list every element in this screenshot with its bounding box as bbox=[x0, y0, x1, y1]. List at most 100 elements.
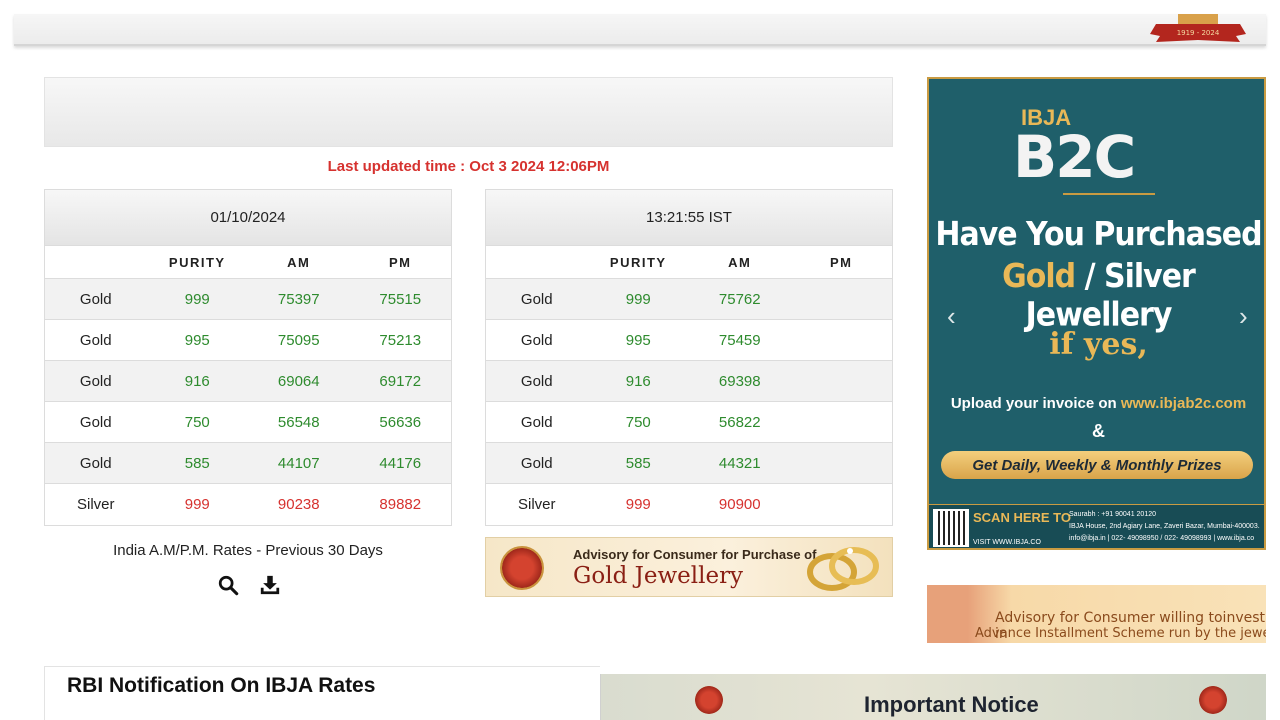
upload-prefix: Upload your invoice on bbox=[950, 395, 1121, 412]
download-icon[interactable] bbox=[259, 574, 281, 596]
purity-cell: 999 bbox=[184, 496, 210, 513]
metal-cell: Gold bbox=[79, 331, 112, 349]
metal-cell: Gold bbox=[520, 372, 553, 390]
pm-rate-cell: 75515 bbox=[379, 290, 422, 308]
table-row: Gold 750 56548 56636 bbox=[45, 402, 451, 443]
banner-headline-3: if yes, bbox=[1049, 327, 1148, 362]
top-navbar bbox=[14, 14, 1266, 46]
advisory-gold-jewellery-banner[interactable]: Advisory for Consumer for Purchase of Go… bbox=[485, 537, 893, 597]
table-column-headers: PURITY AM PM bbox=[45, 246, 451, 279]
rates-table-previous: 01/10/2024 PURITY AM PM Gold 999 75397 7… bbox=[44, 189, 452, 526]
table-row: Silver 999 90900 bbox=[486, 484, 892, 525]
last-updated-time: Last updated time : Oct 3 2024 12:06PM bbox=[327, 158, 610, 175]
pm-rate-cell: 69172 bbox=[379, 372, 422, 390]
banner-divider bbox=[1063, 193, 1155, 195]
ibja-emblem-logo[interactable]: 1919 - 2024 bbox=[1148, 14, 1248, 44]
rates-table-live: 13:21:55 IST PURITY AM PM Gold 999 75762… bbox=[485, 189, 893, 526]
am-rate-cell: 56822 bbox=[718, 413, 761, 431]
am-rate-cell: 69064 bbox=[277, 372, 320, 390]
column-header-purity: PURITY bbox=[609, 254, 667, 270]
table-row: Gold 585 44321 bbox=[486, 443, 892, 484]
table-row: Gold 750 56822 bbox=[486, 402, 892, 443]
pm-rate-cell: 75213 bbox=[379, 331, 422, 349]
purity-cell: 995 bbox=[625, 331, 651, 349]
metal-cell: Gold bbox=[79, 454, 112, 472]
metal-cell: Silver bbox=[76, 496, 115, 513]
purity-cell: 585 bbox=[625, 454, 651, 472]
important-notice-banner[interactable]: Important Notice bbox=[600, 674, 1266, 720]
notice-title: Important Notice bbox=[864, 692, 1039, 717]
column-header-pm: PM bbox=[830, 254, 853, 270]
contact-line: Saurabh : +91 90041 20120 bbox=[1069, 511, 1156, 518]
table-column-headers: PURITY AM PM bbox=[486, 246, 892, 279]
pm-rate-cell: 89882 bbox=[379, 496, 422, 513]
column-header-am: AM bbox=[728, 254, 752, 270]
banner-footer: SCAN HERE TO VISIT WWW.IBJA.CO Saurabh :… bbox=[929, 504, 1264, 548]
contact-line: IBJA House, 2nd Agiary Lane, Zaveri Baza… bbox=[1069, 523, 1260, 530]
table-row: Gold 999 75762 bbox=[486, 279, 892, 320]
am-rate-cell: 75397 bbox=[277, 290, 320, 308]
header-band bbox=[44, 77, 893, 147]
am-rate-cell: 56548 bbox=[277, 413, 320, 431]
purity-cell: 916 bbox=[184, 372, 210, 390]
table-body: Gold 999 75762 Gold 995 75459 Gold 916 6… bbox=[486, 279, 892, 525]
table-row: Gold 995 75095 75213 bbox=[45, 320, 451, 361]
purity-cell: 999 bbox=[625, 496, 651, 513]
column-header-purity: PURITY bbox=[168, 254, 226, 270]
table-row: Gold 916 69398 bbox=[486, 361, 892, 402]
table-time-heading: 13:21:55 IST bbox=[486, 190, 892, 246]
advisory-line2: Gold Jewellery bbox=[573, 563, 744, 589]
qr-code-icon bbox=[933, 509, 969, 547]
carousel-next-arrow-icon[interactable]: › bbox=[1239, 301, 1248, 332]
table-row: Silver 999 90238 89882 bbox=[45, 484, 451, 525]
purity-cell: 999 bbox=[625, 290, 651, 308]
previous-rates-actions bbox=[217, 574, 281, 596]
pm-rate-cell: 44176 bbox=[379, 454, 422, 472]
ibja-b2c-carousel-banner[interactable]: IBJA B2C Have You Purchased Gold / Silve… bbox=[927, 77, 1266, 550]
metal-cell: Gold bbox=[79, 413, 112, 431]
contact-line: info@ibja.in | 022- 49098950 / 022- 4909… bbox=[1069, 535, 1255, 542]
ibja-seal-icon bbox=[695, 686, 723, 714]
am-rate-cell: 90238 bbox=[277, 496, 320, 513]
pm-rate-cell: 56636 bbox=[379, 413, 422, 431]
table-row: Gold 916 69064 69172 bbox=[45, 361, 451, 402]
am-rate-cell: 44107 bbox=[277, 454, 320, 472]
metal-cell: Gold bbox=[79, 372, 112, 390]
ibja-seal-icon bbox=[1199, 686, 1227, 714]
am-rate-cell: 69398 bbox=[718, 372, 761, 390]
banner-visit-text: VISIT WWW.IBJA.CO bbox=[973, 539, 1041, 546]
search-icon[interactable] bbox=[217, 574, 239, 596]
gold-rings-icon bbox=[807, 547, 879, 591]
banner-prizes-pill: Get Daily, Weekly & Monthly Prizes bbox=[941, 451, 1253, 479]
table-row: Gold 999 75397 75515 bbox=[45, 279, 451, 320]
advisory-installment-scheme-banner[interactable]: Advisory for Consumer willing toinvest i… bbox=[927, 585, 1266, 643]
table-row: Gold 585 44107 44176 bbox=[45, 443, 451, 484]
ibja-seal-icon bbox=[500, 546, 544, 590]
metal-cell: Silver bbox=[517, 496, 556, 513]
rbi-section-title: RBI Notification On IBJA Rates bbox=[67, 674, 376, 697]
carousel-prev-arrow-icon[interactable]: ‹ bbox=[947, 301, 956, 332]
emblem-years: 1919 - 2024 bbox=[1177, 29, 1220, 37]
banner-headline-1: Have You Purchased bbox=[935, 215, 1262, 254]
am-rate-cell: 75095 bbox=[277, 331, 320, 349]
purity-cell: 995 bbox=[184, 331, 210, 349]
purity-cell: 999 bbox=[184, 290, 210, 308]
banner-headline-2: Gold / Silver Jewellery bbox=[929, 257, 1264, 335]
upload-link[interactable]: www.ibjab2c.com bbox=[1121, 395, 1246, 412]
purity-cell: 916 bbox=[625, 372, 651, 390]
column-header-pm: PM bbox=[389, 254, 412, 270]
advisory-line1: Advisory for Consumer for Purchase of bbox=[573, 547, 817, 562]
headline-gold-word: Gold bbox=[1002, 257, 1076, 297]
table-row: Gold 995 75459 bbox=[486, 320, 892, 361]
banner-brand-b2c: B2C bbox=[1013, 123, 1136, 191]
metal-cell: Gold bbox=[79, 290, 112, 308]
table-body: Gold 999 75397 75515 Gold 995 75095 7521… bbox=[45, 279, 451, 525]
banner-upload-text: Upload your invoice on www.ibjab2c.com bbox=[929, 395, 1264, 412]
am-rate-cell: 44321 bbox=[718, 454, 761, 472]
column-header-am: AM bbox=[287, 254, 311, 270]
purity-cell: 585 bbox=[184, 454, 210, 472]
banner-ampersand: & bbox=[1092, 421, 1105, 441]
installment-line2: Advance Installment Scheme run by the je… bbox=[975, 626, 1266, 641]
purity-cell: 750 bbox=[625, 413, 651, 431]
metal-cell: Gold bbox=[520, 331, 553, 349]
